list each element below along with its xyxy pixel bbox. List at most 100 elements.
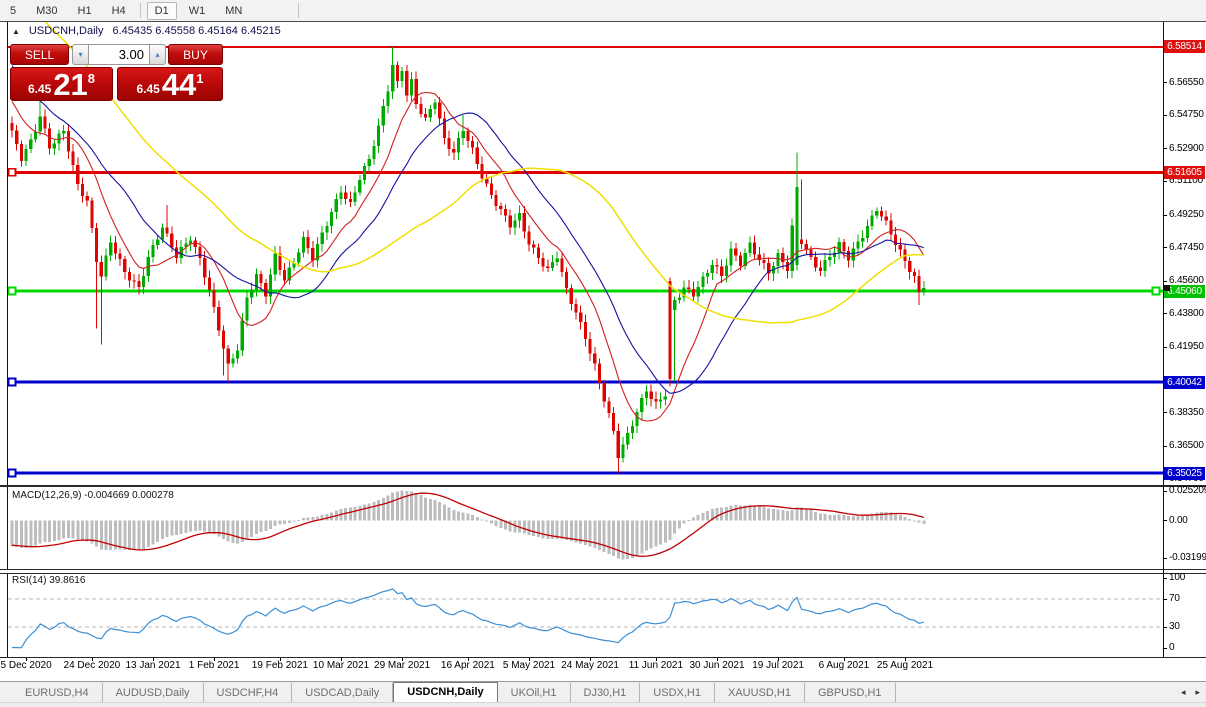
price-axis-tick — [1163, 181, 1167, 182]
price-axis-label: 6.47450 — [1169, 242, 1204, 253]
date-axis-label: 19 Jul 2021 — [752, 660, 804, 671]
one-click-trade-widget: SELL ▾ 3.00 ▴ BUY 6.45 21 8 6.45 44 1 — [10, 44, 223, 101]
price-axis-tick — [1163, 247, 1167, 248]
tf-button-m30[interactable]: M30 — [28, 2, 65, 20]
level-line-handle[interactable] — [1153, 288, 1160, 295]
tab-ukoil-h1[interactable]: UKOil,H1 — [498, 683, 571, 703]
rsi-axis-label: 100 — [1169, 572, 1185, 583]
macd-axis-label: 0.025209 — [1169, 485, 1206, 496]
price-axis-label: 6.36500 — [1169, 440, 1204, 451]
tab-eurusd-h4[interactable]: EURUSD,H4 — [12, 683, 103, 703]
tf-button-h1[interactable]: H1 — [70, 2, 100, 20]
mt4-window: 5 M30 H1 H4 D1 W1 MN ▲ USDCNH,Daily 6.45… — [0, 0, 1206, 707]
toolbar-separator — [140, 3, 141, 18]
level-line-handle[interactable] — [9, 379, 16, 386]
level-line-handle[interactable] — [9, 288, 16, 295]
date-axis-label: 5 Dec 2020 — [1, 660, 52, 671]
macd-label: MACD(12,26,9) -0.004669 0.000278 — [12, 490, 174, 501]
tf-button-m5[interactable]: 5 — [2, 2, 24, 20]
sell-price-pips: 21 — [53, 71, 87, 99]
chart-ohlc-quote: 6.45435 6.45558 6.45164 6.45215 — [112, 25, 280, 37]
price-axis-tick — [1163, 148, 1167, 149]
chart-tab-bar: EURUSD,H4 AUDUSD,Daily USDCHF,H4 USDCAD,… — [0, 681, 1206, 703]
level-line-handle[interactable] — [9, 169, 16, 176]
sell-price-panel[interactable]: 6.45 21 8 — [10, 67, 113, 101]
date-axis-label: 5 May 2021 — [503, 660, 555, 671]
tab-usdcad-daily[interactable]: USDCAD,Daily — [292, 683, 393, 703]
price-axis-tick — [1163, 446, 1167, 447]
price-axis-tick — [1163, 281, 1167, 282]
buy-button[interactable]: BUY — [168, 44, 223, 65]
sell-price-point: 8 — [88, 71, 95, 86]
price-level-badge: 6.58514 — [1164, 40, 1205, 53]
tf-button-d1[interactable]: D1 — [147, 2, 177, 20]
sell-button[interactable]: SELL — [10, 44, 69, 65]
macd-panel[interactable] — [0, 487, 1163, 569]
tab-audusd-daily[interactable]: AUDUSD,Daily — [103, 683, 204, 703]
rsi-axis-tick — [1163, 627, 1167, 628]
tab-gbpusd-h1[interactable]: GBPUSD,H1 — [805, 683, 896, 703]
moving-average-21 — [12, 66, 924, 394]
buy-price-point: 1 — [196, 71, 203, 86]
rsi-axis-tick — [1163, 578, 1167, 579]
macd-axis-tick — [1163, 558, 1167, 559]
price-axis-border — [1163, 22, 1164, 658]
tf-button-h4[interactable]: H4 — [104, 2, 134, 20]
collapse-quote-icon[interactable]: ▲ — [12, 27, 20, 36]
macd-axis-tick — [1163, 520, 1167, 521]
price-axis-label: 6.41950 — [1169, 341, 1204, 352]
price-axis-label: 6.49250 — [1169, 209, 1204, 220]
buy-price-prefix: 6.45 — [136, 82, 159, 96]
rsi-axis-label: 70 — [1169, 593, 1180, 604]
timeframe-toolbar: 5 M30 H1 H4 D1 W1 MN — [0, 0, 1206, 22]
last-price-marker — [1163, 285, 1170, 291]
panel-separator[interactable] — [0, 485, 1206, 487]
tab-usdcnh-daily[interactable]: USDCNH,Daily — [393, 682, 497, 703]
sell-price-prefix: 6.45 — [28, 82, 51, 96]
date-axis-label: 1 Feb 2021 — [189, 660, 240, 671]
tab-usdx-h1[interactable]: USDX,H1 — [640, 683, 715, 703]
tab-dj30-h1[interactable]: DJ30,H1 — [571, 683, 641, 703]
buy-price-panel[interactable]: 6.45 44 1 — [117, 67, 223, 101]
tab-xauusd-h1[interactable]: XAUUSD,H1 — [715, 683, 805, 703]
date-axis-label: 24 May 2021 — [561, 660, 619, 671]
tab-usdchf-h4[interactable]: USDCHF,H4 — [204, 683, 293, 703]
price-axis-tick — [1163, 412, 1167, 413]
volume-increase-button[interactable]: ▴ — [149, 44, 166, 65]
date-axis-label: 19 Feb 2021 — [252, 660, 308, 671]
date-axis-label: 29 Mar 2021 — [374, 660, 430, 671]
date-axis-label: 16 Apr 2021 — [441, 660, 495, 671]
price-axis-label: 6.54750 — [1169, 109, 1204, 120]
price-axis-label: 6.56550 — [1169, 77, 1204, 88]
price-axis-tick — [1163, 347, 1167, 348]
rsi-panel[interactable] — [0, 572, 1163, 657]
level-line-handle[interactable] — [9, 470, 16, 477]
price-axis-label: 6.38350 — [1169, 407, 1204, 418]
tab-scroll-right-icon[interactable]: ▸ — [1195, 687, 1200, 698]
status-bar — [0, 702, 1206, 707]
price-level-badge: 6.45060 — [1164, 285, 1205, 298]
date-axis-label: 25 Aug 2021 — [877, 660, 933, 671]
date-axis-label: 13 Jan 2021 — [125, 660, 180, 671]
panel-separator[interactable] — [0, 569, 1206, 574]
rsi-axis-label: 30 — [1169, 621, 1180, 632]
price-level-badge: 6.40042 — [1164, 376, 1205, 389]
volume-stepper: ▾ 3.00 ▴ — [72, 44, 166, 65]
tf-button-w1[interactable]: W1 — [181, 2, 214, 20]
date-axis-label: 6 Aug 2021 — [819, 660, 870, 671]
price-level-badge: 6.51605 — [1164, 166, 1205, 179]
volume-decrease-button[interactable]: ▾ — [72, 44, 89, 65]
macd-axis-tick — [1163, 491, 1167, 492]
macd-axis-label: 0.00 — [1169, 515, 1188, 526]
tab-scroll-left-icon[interactable]: ◂ — [1181, 687, 1186, 698]
toolbar-separator — [298, 3, 299, 18]
rsi-level-lines — [8, 599, 1163, 627]
rsi-label: RSI(14) 39.8616 — [12, 575, 85, 586]
buy-price-pips: 44 — [162, 71, 196, 99]
tf-button-mn[interactable]: MN — [217, 2, 250, 20]
volume-input[interactable]: 3.00 — [89, 44, 149, 65]
rsi-axis-tick — [1163, 599, 1167, 600]
chart-symbol-label: USDCNH,Daily — [29, 25, 104, 37]
plot-left-border — [7, 22, 8, 658]
price-level-badge: 6.35025 — [1164, 467, 1205, 480]
